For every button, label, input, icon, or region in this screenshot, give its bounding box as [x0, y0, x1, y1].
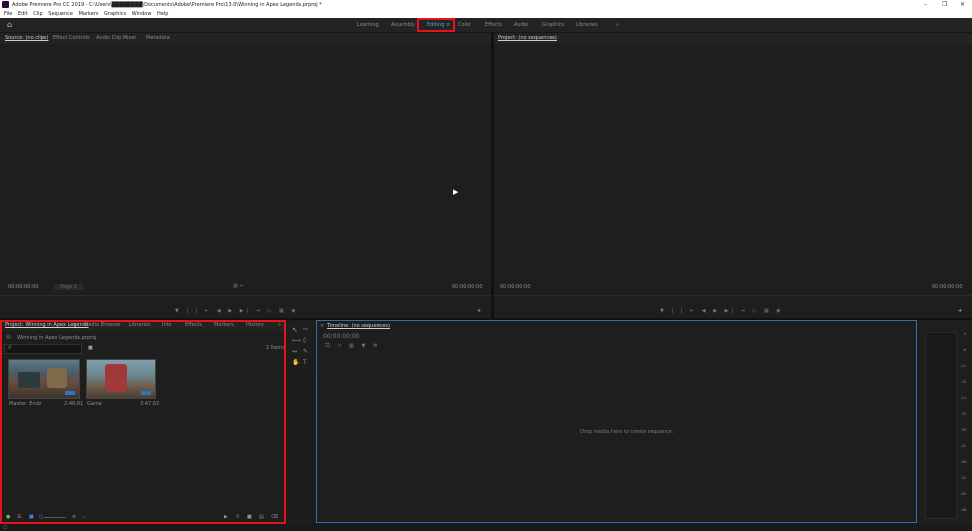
- tab-metadata[interactable]: Metadata: [146, 33, 170, 44]
- timeline-timecode[interactable]: 00;00;00;00: [323, 333, 360, 340]
- menu-graphics[interactable]: Graphics: [104, 11, 126, 17]
- program-monitor-panel: Project: (no sequences) ≡ 00;00;00;00 00…: [494, 33, 972, 318]
- menu-file[interactable]: File: [4, 11, 12, 17]
- workspace-editing[interactable]: Editing: [427, 18, 444, 32]
- ripple-edit-tool-icon[interactable]: ⟷: [292, 337, 301, 344]
- home-icon[interactable]: ⌂: [7, 21, 15, 29]
- workspace-effects[interactable]: Effects: [485, 18, 502, 32]
- program-timecode-right[interactable]: 00;00;00;00: [932, 284, 963, 290]
- timeline-panel: × Timeline: (no sequences) ≡ 00;00;00;00…: [316, 320, 917, 523]
- menu-sequence[interactable]: Sequence: [48, 11, 73, 17]
- premiere-logo-icon: [2, 1, 9, 8]
- workspace-menu-icon[interactable]: ≡: [446, 18, 450, 32]
- source-timecode-right[interactable]: 00;00;00;00: [452, 284, 483, 290]
- timeline-close-icon[interactable]: ×: [320, 321, 324, 332]
- source-tab-row: Source: (no clips) ≡ Effect Controls Aud…: [0, 33, 491, 44]
- source-monitor-panel: Source: (no clips) ≡ Effect Controls Aud…: [0, 33, 491, 318]
- selection-tool-icon[interactable]: ↖: [292, 326, 298, 334]
- meter-tick: -18: [960, 380, 966, 384]
- program-tab-menu-icon[interactable]: ≡: [550, 33, 554, 44]
- menu-help[interactable]: Help: [157, 11, 168, 17]
- program-timecode-left[interactable]: 00;00;00;00: [500, 284, 531, 290]
- menu-clip[interactable]: Clip: [33, 11, 42, 17]
- window-title: Adobe Premiere Pro CC 2019 - C:\Users\██…: [12, 2, 322, 8]
- meter-tick: -48: [960, 460, 966, 464]
- meter-tick: -54: [960, 476, 966, 480]
- close-button[interactable]: ✕: [960, 0, 965, 10]
- timeline-tab-row: × Timeline: (no sequences) ≡: [317, 321, 916, 332]
- workspace-bar: ⌂ Learning Assembly Editing ≡ Color Effe…: [0, 18, 972, 33]
- audio-meter-panel: 0 -6 -12 -18 -24 -30 -36 -42 -48 -54 -60…: [919, 320, 972, 523]
- meter-tick: -12: [960, 364, 966, 368]
- source-settings-icon[interactable]: ▦ ↔: [233, 283, 244, 289]
- mouse-cursor-icon: ▶: [453, 188, 459, 196]
- workspace-learning[interactable]: Learning: [357, 18, 379, 32]
- program-scrubber[interactable]: [494, 295, 972, 296]
- source-transport-controls[interactable]: ▼ | | ⇤ ◀ ▶ ▶| ⇥ ▷ ▦ ◉: [175, 308, 299, 314]
- hand-tool-icon[interactable]: ✋: [292, 359, 299, 366]
- workspace-audio[interactable]: Audio: [514, 18, 528, 32]
- status-bar: ◯: [0, 524, 972, 531]
- workspace-color[interactable]: Color: [458, 18, 471, 32]
- title-bar: Adobe Premiere Pro CC 2019 - C:\Users\██…: [0, 0, 972, 10]
- maximize-button[interactable]: ❐: [942, 0, 947, 10]
- program-tab-row: Project: (no sequences) ≡: [494, 33, 972, 44]
- menu-edit[interactable]: Edit: [18, 11, 28, 17]
- tab-audio-clip-mixer[interactable]: Audio Clip Mixer: [96, 33, 136, 44]
- meter-tick: dB: [961, 508, 966, 512]
- tab-program[interactable]: Project: (no sequences): [498, 33, 557, 44]
- meter-tick: -6: [962, 348, 967, 352]
- minimize-button[interactable]: –: [924, 0, 927, 10]
- timeline-tab-menu-icon[interactable]: ≡: [377, 321, 381, 332]
- menu-markers[interactable]: Markers: [79, 11, 99, 17]
- source-tab-menu-icon[interactable]: ≡: [41, 33, 45, 44]
- program-transport-controls[interactable]: ▼ | | ⇤ ◀ ▶ ▶| ⇥ ▷ ▦ ◉: [660, 308, 784, 314]
- timeline-tool-icons[interactable]: ⎄ ∩ ▦ ▼ ⚒: [325, 343, 380, 349]
- source-scrubber[interactable]: [0, 295, 491, 296]
- project-highlight-box: [0, 320, 286, 524]
- tab-effect-controls[interactable]: Effect Controls: [53, 33, 90, 44]
- source-timecode-left[interactable]: 00;00;00;00: [8, 284, 39, 290]
- tools-panel: ↖ ⇨ ⟷ ◊ ↔ ✎ ✋ T: [288, 322, 314, 370]
- audio-meter-bars: [925, 332, 957, 519]
- meter-tick: -24: [960, 396, 966, 400]
- razor-tool-icon[interactable]: ◊: [303, 337, 306, 344]
- source-add-button[interactable]: +: [477, 308, 481, 314]
- pen-tool-icon[interactable]: ✎: [303, 348, 308, 355]
- menu-window[interactable]: Window: [132, 11, 152, 17]
- workspace-libraries[interactable]: Libraries: [576, 18, 598, 32]
- program-add-button[interactable]: +: [958, 308, 962, 314]
- type-tool-icon[interactable]: T: [303, 359, 307, 366]
- workspace-more-icon[interactable]: »: [616, 18, 619, 32]
- track-select-tool-icon[interactable]: ⇨: [303, 326, 308, 333]
- meter-tick: 0: [963, 332, 966, 336]
- slip-tool-icon[interactable]: ↔: [292, 348, 297, 355]
- meter-tick: -30: [960, 412, 966, 416]
- meter-tick: -60: [960, 492, 966, 496]
- source-fit-select[interactable]: Page 1: [54, 284, 83, 290]
- workspace-assembly[interactable]: Assembly: [391, 18, 415, 32]
- workspace-graphics[interactable]: Graphics: [542, 18, 564, 32]
- status-icon: ◯: [3, 524, 8, 529]
- meter-tick: -42: [960, 444, 966, 448]
- timeline-empty-message: Drop media here to create sequence.: [580, 429, 674, 435]
- meter-tick: -36: [960, 428, 966, 432]
